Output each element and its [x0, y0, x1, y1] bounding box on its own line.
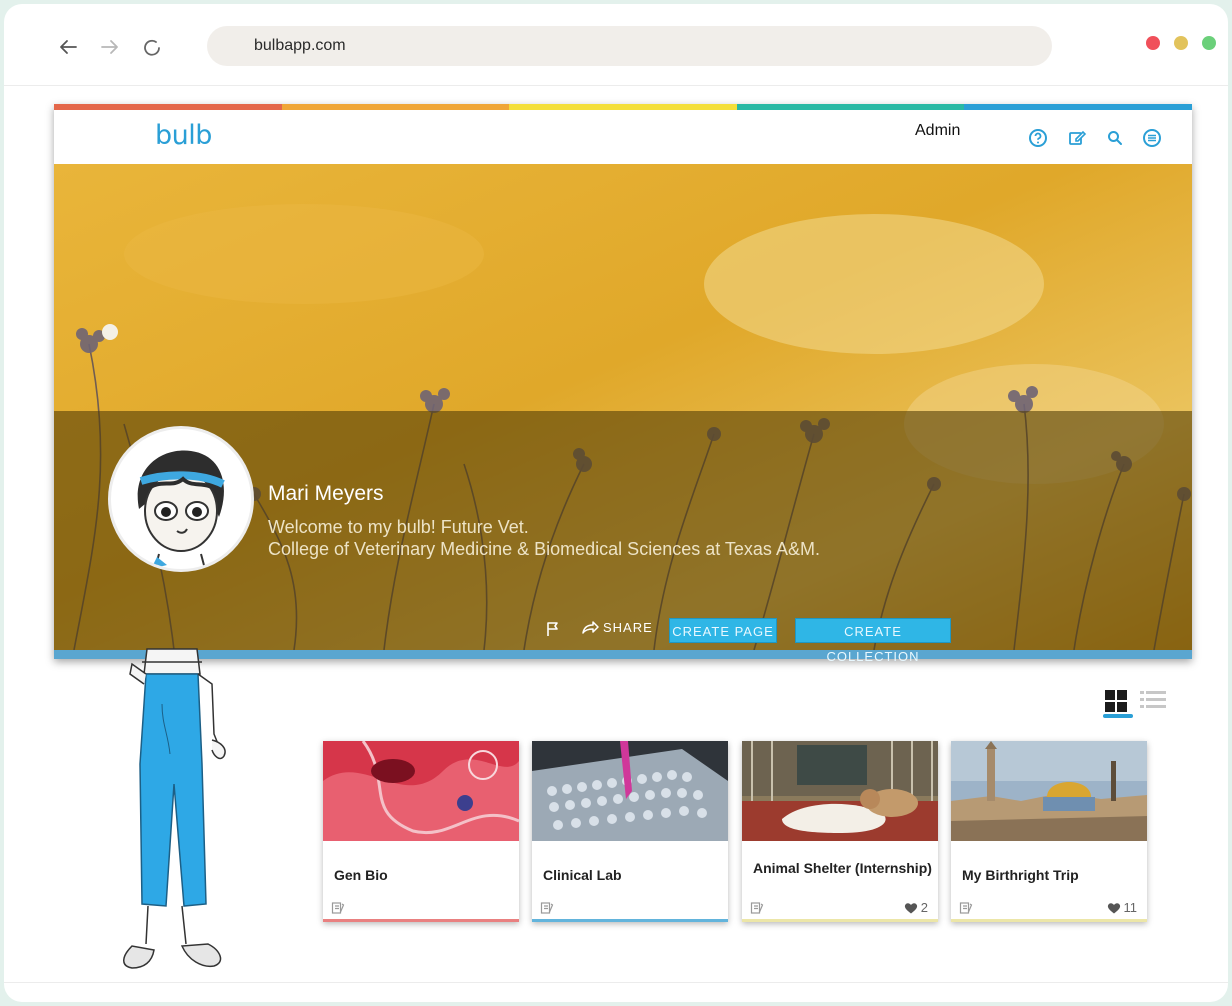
list-view-toggle[interactable] [1138, 688, 1166, 714]
browser-toolbar: bulbapp.com [4, 4, 1228, 86]
heart-icon [1107, 902, 1120, 913]
collection-card[interactable]: My Birthright Trip 11 [951, 741, 1147, 922]
share-button[interactable]: SHARE [581, 619, 653, 635]
arrow-right-icon [101, 40, 118, 54]
flag-icon[interactable] [544, 620, 562, 638]
url-text: bulbapp.com [254, 37, 346, 54]
admin-link[interactable]: Admin [915, 122, 960, 140]
share-label: SHARE [603, 619, 653, 635]
share-icon [582, 621, 599, 634]
like-count-value: 11 [1123, 900, 1138, 915]
profile-bio: Welcome to my bulb! Future Vet. College … [268, 516, 820, 560]
collection-icon [750, 902, 764, 914]
card-accent-bar [951, 919, 1147, 922]
card-accent-bar [323, 919, 519, 922]
card-thumbnail [742, 741, 938, 841]
menu-icon[interactable] [1141, 127, 1163, 149]
browser-window: bulbapp.com bulb Admin Mari Meyers Welco… [4, 4, 1228, 1002]
reload-button[interactable] [139, 34, 165, 60]
collection-card[interactable]: Gen Bio [323, 741, 519, 922]
card-accent-bar [532, 919, 728, 922]
like-count[interactable]: 2 [904, 900, 928, 915]
window-dot-green[interactable] [1202, 36, 1216, 50]
cover-banner [54, 164, 1192, 650]
profile-name: Mari Meyers [268, 482, 384, 505]
grid-icon [1105, 690, 1127, 712]
profile-avatar[interactable] [108, 426, 254, 572]
edit-icon[interactable] [1066, 127, 1088, 149]
card-title: Clinical Lab [543, 867, 622, 883]
collection-card[interactable]: Clinical Lab [532, 741, 728, 922]
search-icon[interactable] [1104, 127, 1126, 149]
bulb-logo[interactable]: bulb [155, 120, 212, 151]
back-button[interactable] [55, 34, 81, 60]
help-icon[interactable] [1027, 127, 1049, 149]
reload-icon [144, 39, 160, 56]
card-thumbnail [951, 741, 1147, 841]
list-icon [1140, 691, 1166, 708]
character-illustration [123, 648, 226, 969]
card-thumbnail [532, 741, 728, 841]
avatar-illustration [137, 450, 225, 569]
bio-line: Welcome to my bulb! Future Vet. [268, 517, 529, 537]
address-bar[interactable]: bulbapp.com [207, 26, 1052, 66]
grid-view-toggle[interactable] [1103, 688, 1129, 714]
window-dot-yellow[interactable] [1174, 36, 1188, 50]
card-accent-bar [742, 919, 938, 922]
card-title: Gen Bio [334, 867, 388, 883]
forward-button[interactable] [97, 34, 123, 60]
collection-icon [331, 902, 345, 914]
window-dot-red[interactable] [1146, 36, 1160, 50]
page-divider [4, 982, 1228, 983]
heart-icon [904, 902, 917, 913]
like-count-value: 2 [920, 900, 928, 915]
card-thumbnail [323, 741, 519, 841]
app-header: bulb Admin [54, 110, 1192, 164]
card-title: Animal Shelter (Internship) [753, 860, 932, 876]
collection-icon [959, 902, 973, 914]
collection-icon [540, 902, 554, 914]
like-count[interactable]: 11 [1107, 900, 1138, 915]
bulb-app-panel: bulb Admin Mari Meyers Welcome to my bul… [54, 104, 1192, 664]
arrow-left-icon [60, 40, 77, 54]
card-title: My Birthright Trip [962, 867, 1079, 883]
create-collection-button[interactable]: CREATE COLLECTION [795, 618, 951, 664]
collection-card[interactable]: Animal Shelter (Internship) 2 [742, 741, 938, 922]
active-view-indicator [1103, 714, 1133, 718]
create-page-button[interactable]: CREATE PAGE [669, 618, 777, 643]
bio-line: College of Veterinary Medicine & Biomedi… [268, 539, 820, 559]
